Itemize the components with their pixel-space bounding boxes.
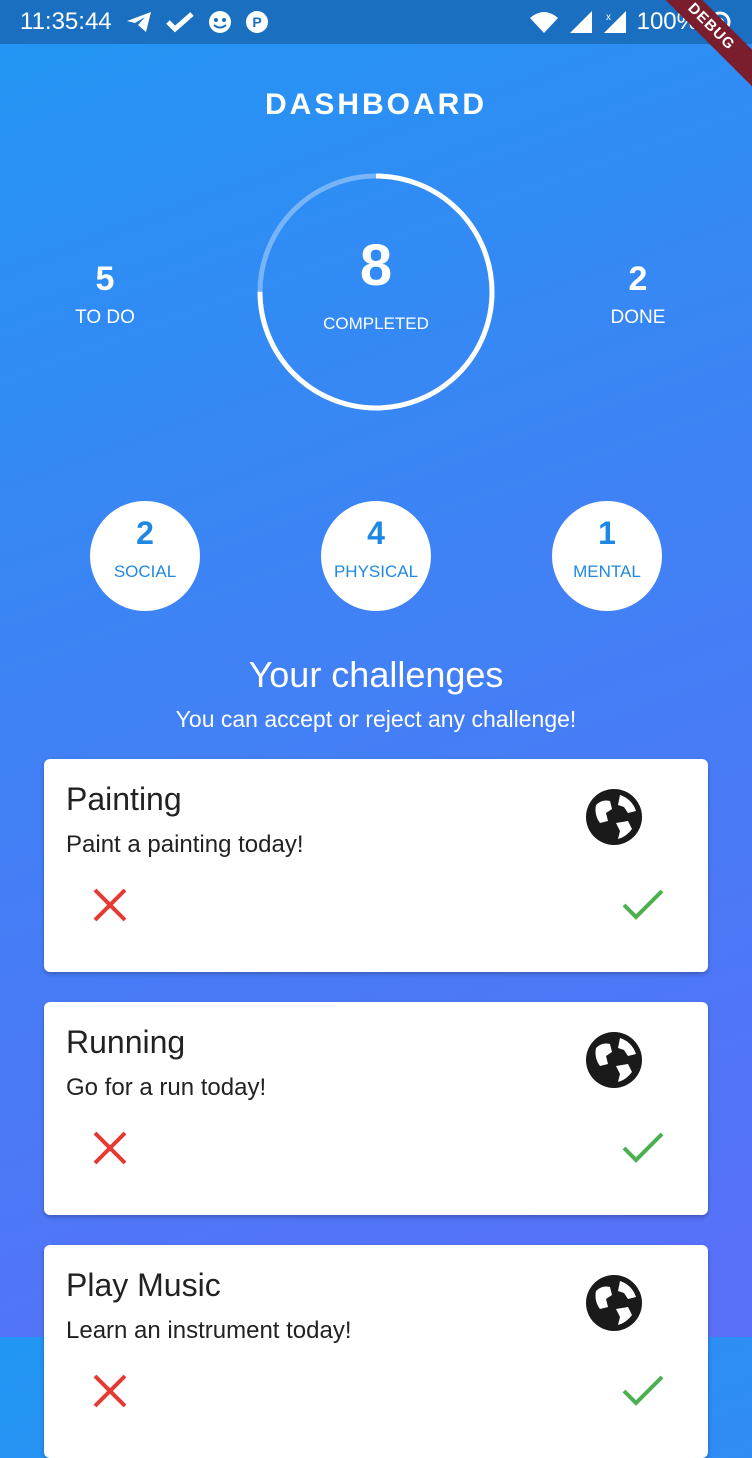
completed-label: COMPLETED (323, 314, 429, 333)
globe-icon (586, 1275, 642, 1331)
category-label: MENTAL (573, 562, 641, 581)
page-title: DASHBOARD (265, 88, 487, 121)
done-count: 2 (628, 260, 648, 298)
accept-icon[interactable] (622, 1373, 664, 1409)
challenge-description: Learn an instrument today! (66, 1317, 352, 1344)
category-count: 4 (367, 515, 385, 551)
challenge-title: Running (66, 1024, 186, 1060)
check-icon (165, 12, 194, 33)
accept-icon[interactable] (622, 1130, 664, 1166)
globe-icon (586, 789, 642, 845)
status-bar: 11:35:44 P x 100% (0, 0, 752, 44)
category-social[interactable]: 2 SOCIAL (90, 501, 200, 611)
p-icon: P (245, 11, 268, 33)
challenge-title: Play Music (66, 1267, 221, 1303)
challenge-card: Play Music Learn an instrument today! (44, 1245, 708, 1458)
challenge-description: Paint a painting today! (66, 831, 304, 858)
stat-todo: 5 TO DO (35, 260, 175, 329)
reject-icon[interactable] (92, 887, 128, 923)
globe-icon (586, 1032, 642, 1088)
stat-completed: 8 COMPLETED (256, 172, 496, 412)
signal-icon (569, 11, 592, 33)
wifi-icon (529, 12, 558, 33)
reject-icon[interactable] (92, 1130, 128, 1166)
challenges-subheading: You can accept or reject any challenge! (175, 706, 577, 732)
svg-text:x: x (606, 12, 611, 23)
done-label: DONE (610, 307, 666, 328)
todo-count: 5 (95, 260, 115, 298)
challenges-heading: Your challenges (248, 654, 504, 695)
category-count: 1 (598, 515, 616, 551)
signal-x-icon: x (603, 11, 626, 33)
category-label: SOCIAL (113, 562, 177, 581)
category-count: 2 (136, 515, 154, 551)
challenge-card: Painting Paint a painting today! (44, 759, 708, 972)
accept-icon[interactable] (622, 887, 664, 923)
category-physical[interactable]: 4 PHYSICAL (321, 501, 431, 611)
completed-count: 8 (359, 233, 393, 298)
face-icon (208, 11, 231, 33)
stat-done: 2 DONE (568, 260, 708, 329)
category-mental[interactable]: 1 MENTAL (552, 501, 662, 611)
svg-text:P: P (252, 14, 261, 30)
challenge-description: Go for a run today! (66, 1074, 267, 1101)
challenge-card: Running Go for a run today! (44, 1002, 708, 1215)
telegram-icon (126, 12, 151, 32)
reject-icon[interactable] (92, 1373, 128, 1409)
category-label: PHYSICAL (333, 562, 419, 581)
challenge-title: Painting (66, 781, 182, 817)
todo-label: TO DO (75, 307, 135, 328)
status-time: 11:35:44 (20, 8, 112, 35)
